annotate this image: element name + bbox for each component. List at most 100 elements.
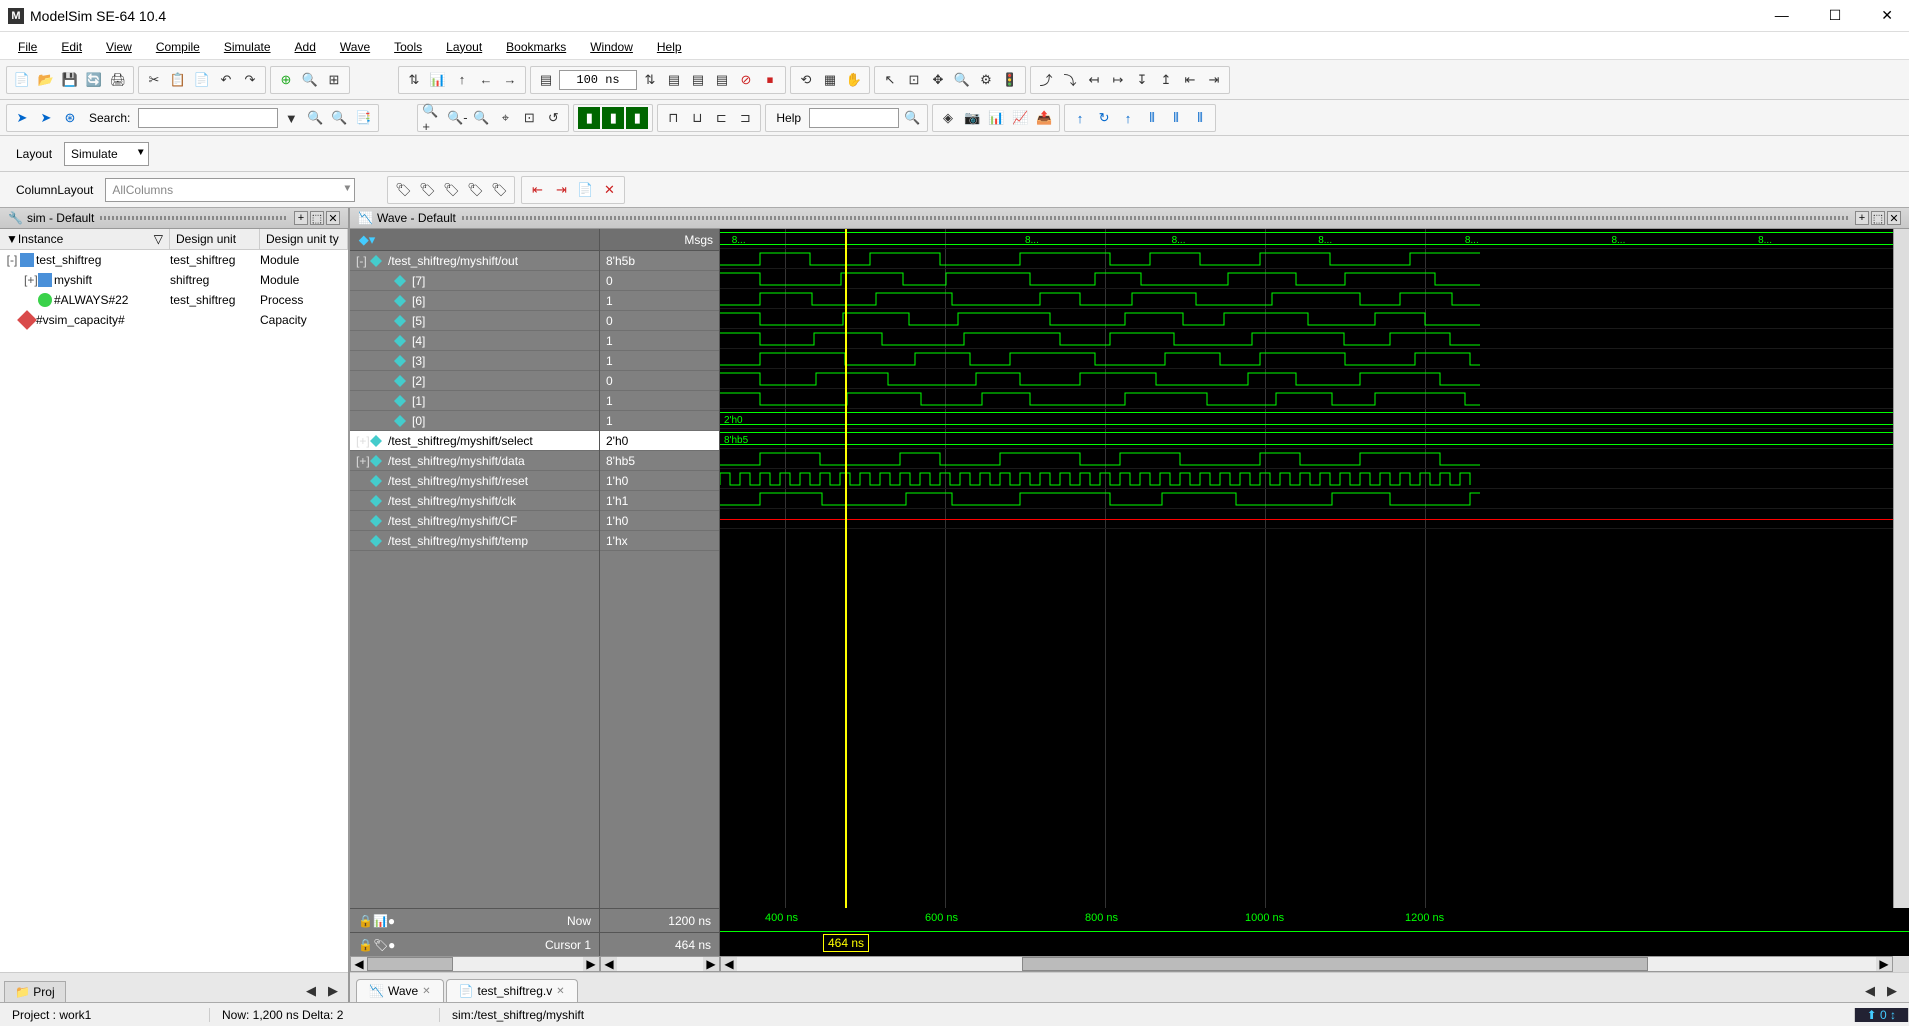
signal-tool-icon[interactable]: ⊓ xyxy=(662,107,684,129)
group2-icon[interactable]: 🏷 xyxy=(416,179,438,201)
tree-row[interactable]: [+]myshiftshiftregModule xyxy=(0,270,348,290)
wave-tabs-scroll-left[interactable]: ◀ xyxy=(1859,980,1881,1002)
restart-icon[interactable]: ⟲ xyxy=(795,69,817,91)
layer-icon[interactable]: ◈ xyxy=(937,107,959,129)
close-icon[interactable]: ✕ xyxy=(422,986,430,997)
report-icon[interactable]: 📈 xyxy=(1009,107,1031,129)
continue-icon[interactable]: ▤ xyxy=(711,69,733,91)
right-arrow-icon[interactable]: → xyxy=(499,69,521,91)
up2-icon[interactable]: ↑ xyxy=(1117,107,1139,129)
doc-icon[interactable]: 📄 xyxy=(574,179,596,201)
bars2-icon[interactable]: ⫴ xyxy=(1165,107,1187,129)
left-arrow-icon[interactable]: ← xyxy=(475,69,497,91)
group-icon[interactable]: 🏷 xyxy=(392,179,414,201)
tabs-scroll-right[interactable]: ▶ xyxy=(322,980,344,1002)
tree-row[interactable]: [-]test_shiftregtest_shiftregModule xyxy=(0,250,348,270)
step-icon[interactable]: 📊 xyxy=(427,69,449,91)
menu-simulate[interactable]: Simulate xyxy=(214,34,281,58)
prev-falling-icon[interactable]: ↧ xyxy=(1131,69,1153,91)
cursor-tool2-icon[interactable]: ⤵ xyxy=(1059,69,1081,91)
find-all-icon[interactable]: 📑 xyxy=(352,107,374,129)
print-icon[interactable]: 🖨 xyxy=(107,69,129,91)
expand-toggle[interactable]: [-] xyxy=(356,254,368,268)
zoom-range-icon[interactable]: ⊡ xyxy=(518,107,540,129)
menu-file[interactable]: File xyxy=(8,34,47,58)
tab-wave[interactable]: 📉 Wave ✕ xyxy=(356,979,444,1002)
pointer-icon[interactable]: ↖ xyxy=(879,69,901,91)
binoculars-icon[interactable]: 🔍 xyxy=(299,69,321,91)
prev-edge-icon[interactable]: ↤ xyxy=(1083,69,1105,91)
menu-add[interactable]: Add xyxy=(285,34,326,58)
open-icon[interactable]: 📂 xyxy=(35,69,57,91)
add-icon[interactable]: ⊕ xyxy=(275,69,297,91)
expand-toggle[interactable]: [-] xyxy=(6,253,18,267)
menu-edit[interactable]: Edit xyxy=(51,34,92,58)
wave2-icon[interactable]: ▮ xyxy=(602,107,624,129)
minimize-button[interactable]: — xyxy=(1767,3,1797,28)
snapshot-icon[interactable]: 📷 xyxy=(961,107,983,129)
zoom-last-icon[interactable]: ↺ xyxy=(542,107,564,129)
signal-name-row[interactable]: [+]/test_shiftreg/myshift/select xyxy=(350,431,599,451)
panel-close-button[interactable]: ✕ xyxy=(326,211,340,225)
tab-source-file[interactable]: 📄 test_shiftreg.v ✕ xyxy=(446,979,578,1002)
bars3-icon[interactable]: ⫴ xyxy=(1189,107,1211,129)
tree-row[interactable]: #ALWAYS#22test_shiftregProcess xyxy=(0,290,348,310)
move-icon[interactable]: ✥ xyxy=(927,69,949,91)
search-input[interactable] xyxy=(138,108,278,128)
chart-icon[interactable]: 📊 xyxy=(985,107,1007,129)
run-length-input[interactable] xyxy=(559,70,637,90)
save-icon[interactable]: 💾 xyxy=(59,69,81,91)
cursor-marker[interactable]: 464 ns xyxy=(823,934,869,952)
menu-view[interactable]: View xyxy=(96,34,142,58)
tabs-scroll-left[interactable]: ◀ xyxy=(300,980,322,1002)
wave-tabs-scroll-right[interactable]: ▶ xyxy=(1881,980,1903,1002)
vertical-scrollbar[interactable] xyxy=(1893,229,1909,908)
timeline[interactable]: 400 ns600 ns800 ns1000 ns1200 ns 464 ns xyxy=(720,908,1909,956)
column-layout-select[interactable]: AllColumns xyxy=(105,178,355,202)
group4-icon[interactable]: 🏷 xyxy=(464,179,486,201)
run-all-icon[interactable]: ▤ xyxy=(687,69,709,91)
signal-name-row[interactable]: /test_shiftreg/myshift/reset xyxy=(350,471,599,491)
panel-add-button[interactable]: + xyxy=(294,211,308,225)
signal-tool3-icon[interactable]: ⊏ xyxy=(710,107,732,129)
signal-name-row[interactable]: /test_shiftreg/myshift/clk xyxy=(350,491,599,511)
reload-icon[interactable]: ↻ xyxy=(1093,107,1115,129)
up-arrow-icon[interactable]: ↑ xyxy=(451,69,473,91)
merge-icon[interactable]: ➤ xyxy=(35,107,57,129)
stop-icon[interactable]: ⏹ xyxy=(759,69,781,91)
menu-compile[interactable]: Compile xyxy=(146,34,210,58)
signal-name-row[interactable]: [-]/test_shiftreg/myshift/out xyxy=(350,251,599,271)
values-hscroll[interactable]: ◀▶ xyxy=(600,956,720,972)
panel-drag-handle[interactable] xyxy=(100,216,288,220)
sig-menu-icon[interactable]: ◆▾ xyxy=(356,229,378,251)
edge-tool2-icon[interactable]: ⇥ xyxy=(1203,69,1225,91)
signal-name-row[interactable]: [6] xyxy=(350,291,599,311)
zoom-in-icon[interactable]: 🔍+ xyxy=(422,107,444,129)
signal-name-row[interactable]: [4] xyxy=(350,331,599,351)
traffic-icon[interactable]: 🚦 xyxy=(999,69,1021,91)
cursor-tool-icon[interactable]: ⤴ xyxy=(1035,69,1057,91)
select-icon[interactable]: ⊡ xyxy=(903,69,925,91)
close-button[interactable]: ✕ xyxy=(1873,3,1901,28)
panel-undock-button[interactable]: ⬚ xyxy=(310,211,324,225)
edge-tool-icon[interactable]: ⇤ xyxy=(1179,69,1201,91)
cut-icon[interactable]: ✂ xyxy=(143,69,165,91)
col-instance[interactable]: ▼Instance▽ xyxy=(0,229,170,249)
hand-icon[interactable]: ✋ xyxy=(843,69,865,91)
signal-name-row[interactable]: [1] xyxy=(350,391,599,411)
tree-body[interactable]: [-]test_shiftregtest_shiftregModule[+]my… xyxy=(0,250,348,972)
group3-icon[interactable]: 🏷 xyxy=(440,179,462,201)
col-design-unit[interactable]: Design unit xyxy=(170,229,260,249)
settings-icon[interactable]: ⚙ xyxy=(975,69,997,91)
zoom-full-icon[interactable]: 🔍 xyxy=(470,107,492,129)
hierarchy-icon[interactable]: ⊞ xyxy=(323,69,345,91)
tree-row[interactable]: #vsim_capacity#Capacity xyxy=(0,310,348,330)
cursor-line[interactable] xyxy=(845,229,847,908)
paste-icon[interactable]: 📄 xyxy=(191,69,213,91)
layout-select[interactable]: Simulate xyxy=(64,142,149,166)
menu-layout[interactable]: Layout xyxy=(436,34,492,58)
zoom-icon[interactable]: 🔍 xyxy=(951,69,973,91)
copy-icon[interactable]: 📋 xyxy=(167,69,189,91)
next-falling-icon[interactable]: ↥ xyxy=(1155,69,1177,91)
export-icon[interactable]: 📤 xyxy=(1033,107,1055,129)
